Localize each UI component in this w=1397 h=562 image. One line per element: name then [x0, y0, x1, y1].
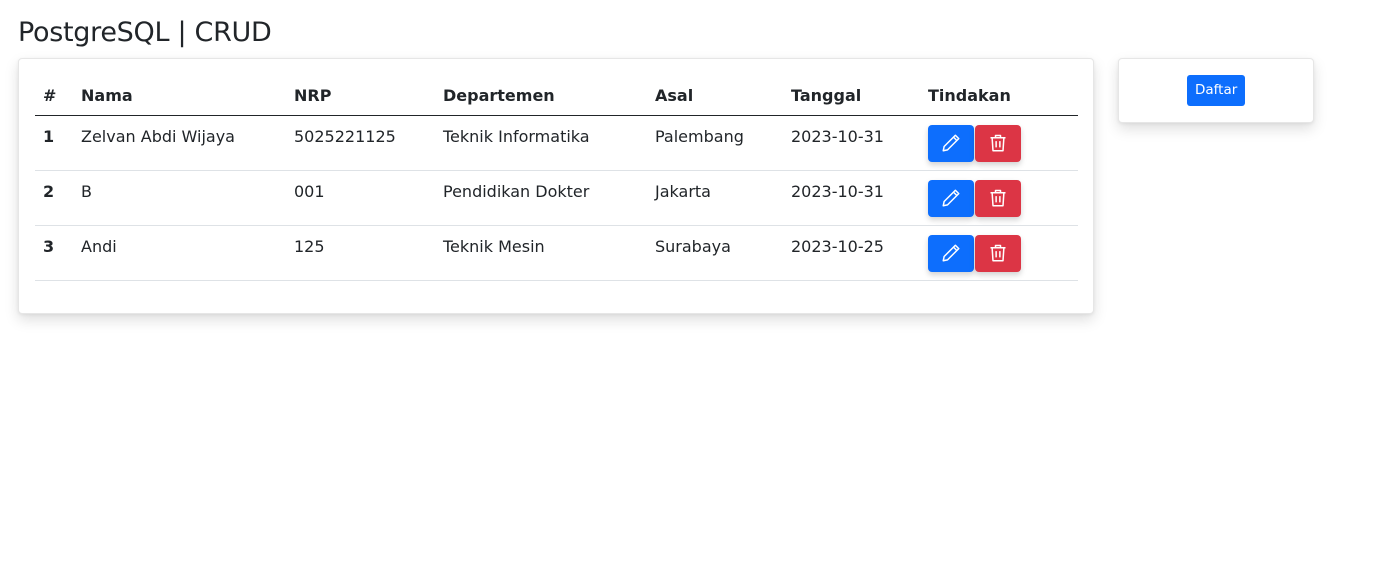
- students-table: # Nama NRP Departemen Asal Tanggal Tinda…: [35, 77, 1078, 281]
- cell-nrp: 125: [286, 225, 435, 281]
- pencil-icon: [942, 134, 960, 152]
- students-table-card: # Nama NRP Departemen Asal Tanggal Tinda…: [18, 58, 1094, 314]
- column-header-tanggal: Tanggal: [783, 77, 920, 116]
- cell-asal: Jakarta: [647, 170, 783, 226]
- pencil-icon: [942, 189, 960, 207]
- cell-nama: B: [73, 170, 286, 226]
- cell-number: 3: [35, 225, 73, 281]
- cell-number: 2: [35, 170, 73, 226]
- cell-nama: Andi: [73, 225, 286, 281]
- daftar-button[interactable]: Daftar: [1187, 75, 1246, 106]
- trash-icon: [990, 244, 1006, 262]
- column-header-asal: Asal: [647, 77, 783, 116]
- column-header-tindakan: Tindakan: [920, 77, 1078, 116]
- page-title: PostgreSQL | CRUD: [18, 17, 272, 48]
- cell-nama: Zelvan Abdi Wijaya: [73, 115, 286, 171]
- column-header-nama: Nama: [73, 77, 286, 116]
- cell-actions: [920, 115, 1078, 171]
- cell-actions: [920, 170, 1078, 226]
- trash-icon: [990, 189, 1006, 207]
- table-row: 3 Andi 125 Teknik Mesin Surabaya 2023-10…: [35, 225, 1078, 281]
- cell-departemen: Teknik Mesin: [435, 225, 647, 281]
- cell-departemen: Pendidikan Dokter: [435, 170, 647, 226]
- cell-nrp: 5025221125: [286, 115, 435, 171]
- table-row: 2 B 001 Pendidikan Dokter Jakarta 2023-1…: [35, 170, 1078, 226]
- cell-tanggal: 2023-10-31: [783, 170, 920, 226]
- cell-departemen: Teknik Informatika: [435, 115, 647, 171]
- cell-asal: Surabaya: [647, 225, 783, 281]
- cell-tanggal: 2023-10-25: [783, 225, 920, 281]
- pencil-icon: [942, 244, 960, 262]
- cell-asal: Palembang: [647, 115, 783, 171]
- table-row: 1 Zelvan Abdi Wijaya 5025221125 Teknik I…: [35, 115, 1078, 171]
- edit-button[interactable]: [928, 234, 974, 272]
- table-header-row: # Nama NRP Departemen Asal Tanggal Tinda…: [35, 77, 1078, 116]
- delete-button[interactable]: [975, 234, 1021, 272]
- cell-number: 1: [35, 115, 73, 171]
- cell-nrp: 001: [286, 170, 435, 226]
- trash-icon: [990, 134, 1006, 152]
- delete-button[interactable]: [975, 124, 1021, 162]
- column-header-number: #: [35, 77, 73, 116]
- delete-button[interactable]: [975, 179, 1021, 217]
- register-card: Daftar: [1118, 58, 1314, 123]
- column-header-departemen: Departemen: [435, 77, 647, 116]
- cell-tanggal: 2023-10-31: [783, 115, 920, 171]
- column-header-nrp: NRP: [286, 77, 435, 116]
- edit-button[interactable]: [928, 179, 974, 217]
- edit-button[interactable]: [928, 124, 974, 162]
- cell-actions: [920, 225, 1078, 281]
